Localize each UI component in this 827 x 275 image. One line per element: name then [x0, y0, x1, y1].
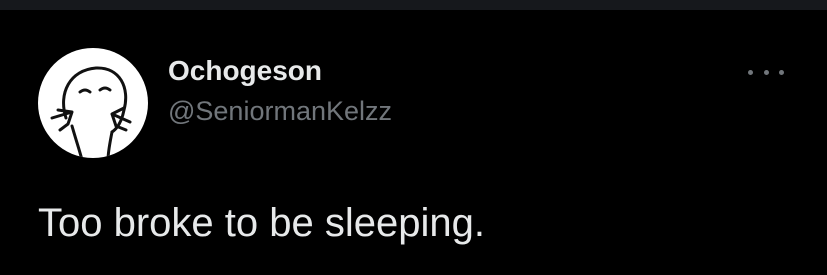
avatar[interactable] [38, 48, 148, 158]
more-dot [763, 69, 769, 75]
more-dot [779, 69, 784, 75]
tweet-text: Too broke to be sleeping. [38, 201, 485, 245]
cartoon-face-pointing-icon [50, 66, 132, 158]
more-options-icon[interactable] [748, 62, 784, 82]
more-dot [748, 69, 753, 75]
tweet-card[interactable]: Ochogeson @SeniormanKelzz Too broke to b… [0, 10, 827, 275]
author-handle[interactable]: @SeniormanKelzz [168, 95, 392, 127]
top-bar [0, 0, 827, 10]
author-display-name[interactable]: Ochogeson [168, 55, 322, 87]
